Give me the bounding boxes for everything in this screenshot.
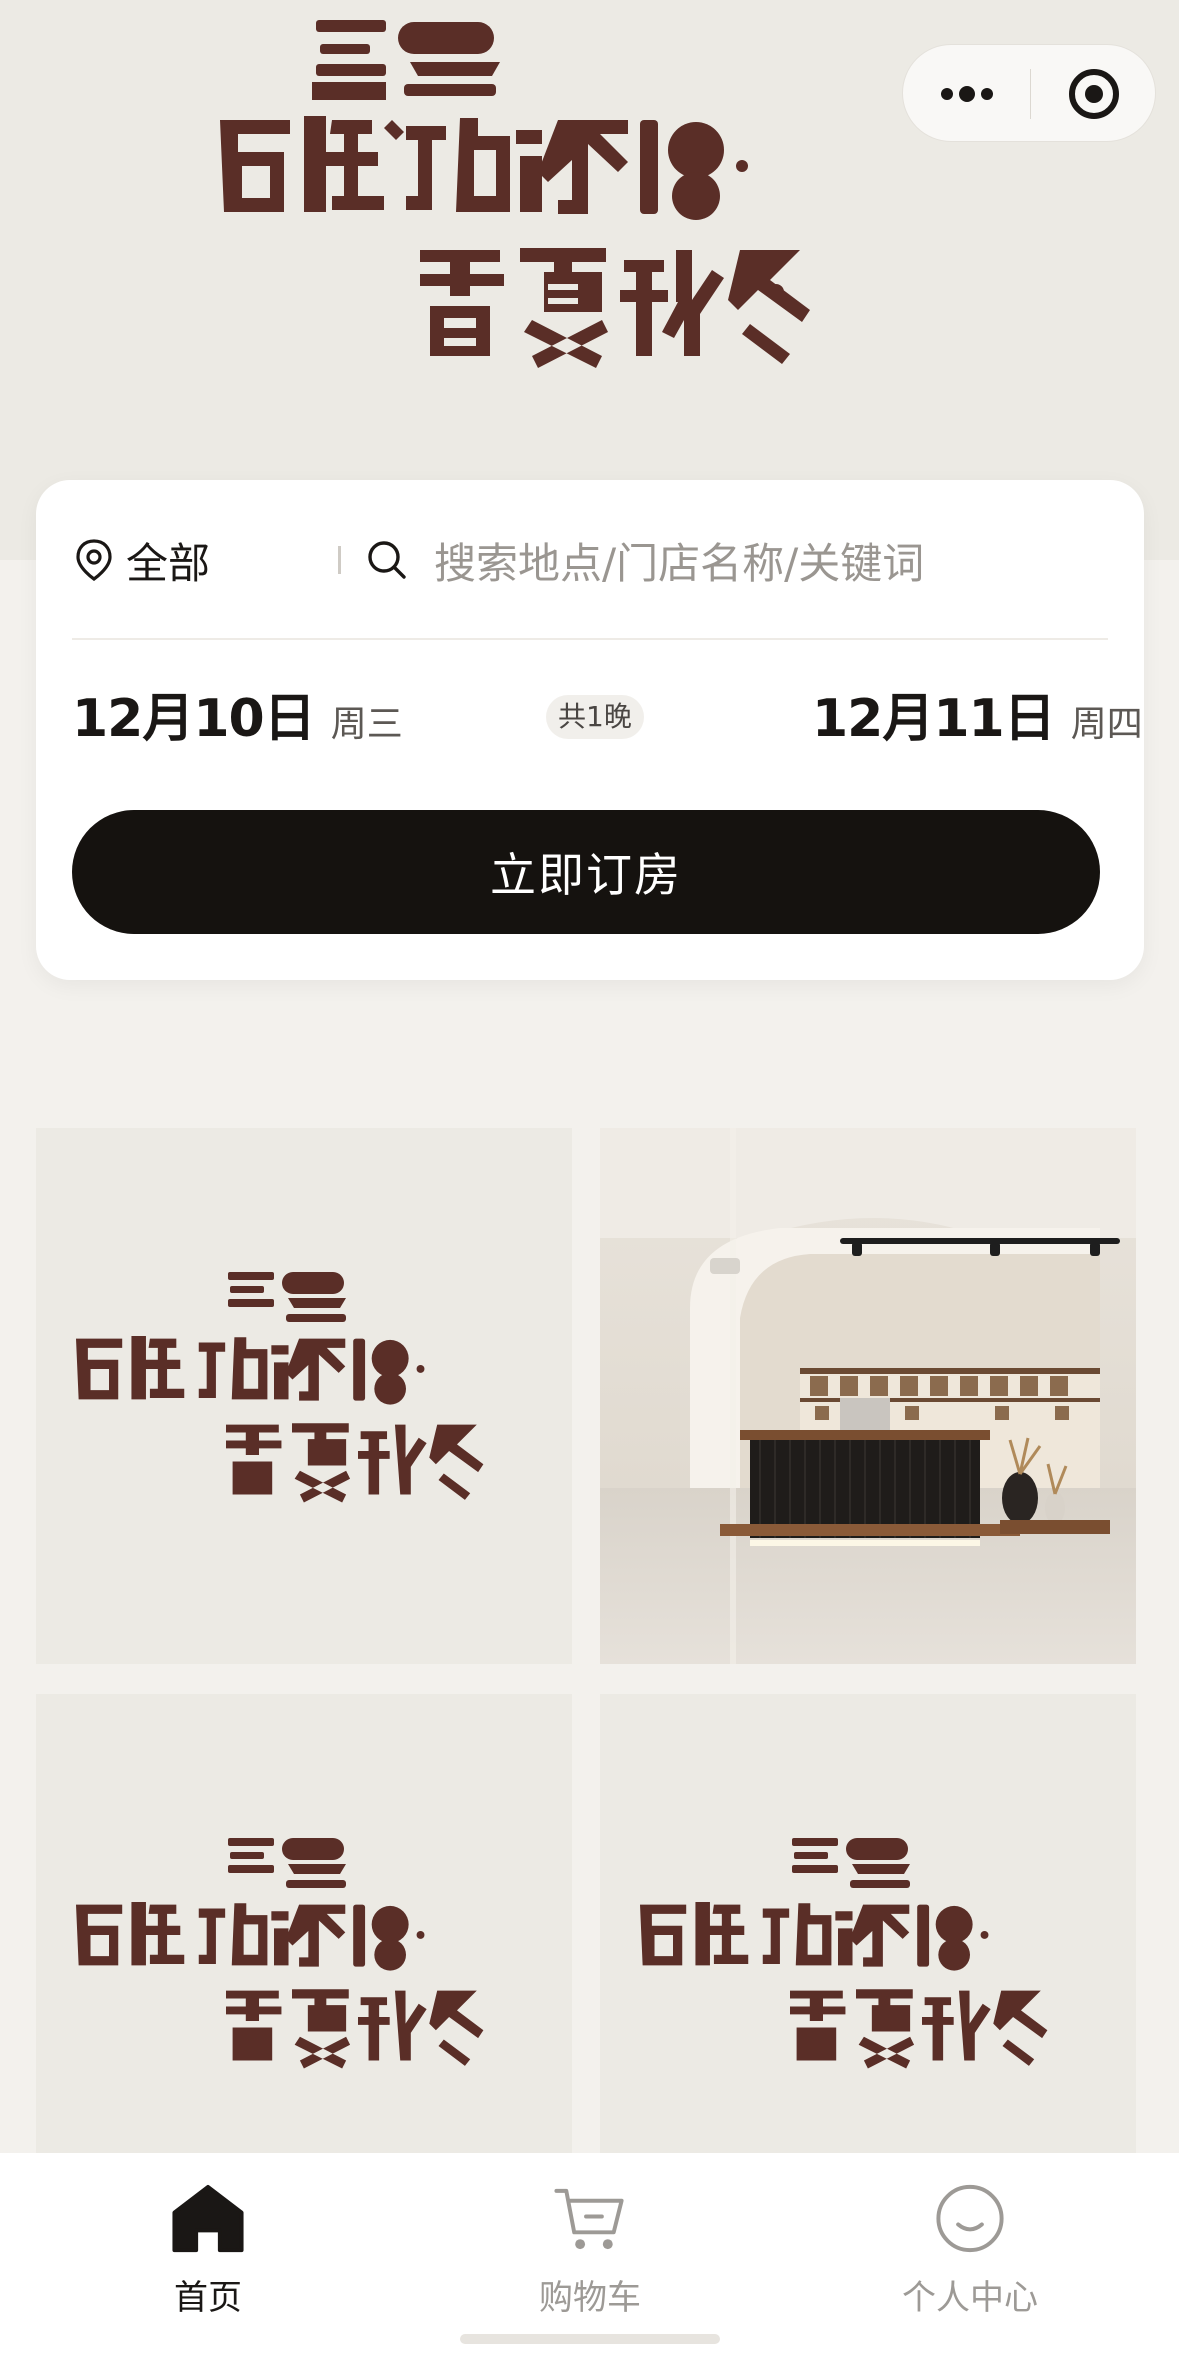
tab-label-profile: 个人中心 xyxy=(902,2278,1038,2318)
checkin-date-value: 12月10日 xyxy=(72,689,316,749)
more-dots-icon xyxy=(940,86,993,102)
checkin-date[interactable]: 12月10日 周三 xyxy=(72,676,403,750)
hero-banner xyxy=(0,0,1179,560)
tab-home[interactable]: 首页 xyxy=(78,2179,338,2319)
home-indicator xyxy=(460,2334,720,2344)
target-close-icon xyxy=(1068,69,1119,119)
search-input[interactable]: 搜索地点/门店名称/关键词 xyxy=(366,520,1086,600)
booking-card: 全部 搜索地点/门店名称/关键词 12月10日 周三 共1晚 12月11日 周四… xyxy=(36,480,1144,980)
gallery-tile-logo[interactable] xyxy=(600,1694,1136,2230)
brand-logo xyxy=(220,20,810,368)
more-button[interactable] xyxy=(903,45,1030,143)
checkin-weekday: 周三 xyxy=(330,704,403,745)
tab-profile[interactable]: 个人中心 xyxy=(840,2179,1100,2319)
location-pin-icon xyxy=(76,539,112,581)
close-button[interactable] xyxy=(1030,45,1157,143)
cart-icon xyxy=(554,2188,624,2250)
search-divider xyxy=(338,546,341,574)
tab-cart[interactable]: 购物车 xyxy=(460,2179,720,2319)
location-label: 全部 xyxy=(126,538,211,588)
brand-logo xyxy=(76,1838,484,2069)
miniprogram-capsule xyxy=(902,44,1156,142)
tab-label-home: 首页 xyxy=(174,2278,242,2318)
search-icon xyxy=(368,541,406,579)
bottom-tab-bar: 首页 购物车 个人中心 xyxy=(0,2153,1179,2362)
home-icon xyxy=(172,2184,244,2253)
gallery-tile-logo[interactable] xyxy=(36,1128,572,1664)
brand-logo xyxy=(640,1838,1048,2069)
smiley-icon xyxy=(936,2184,1004,2253)
brand-logo xyxy=(76,1272,484,1503)
search-placeholder: 搜索地点/门店名称/关键词 xyxy=(434,538,925,588)
checkout-weekday: 周四 xyxy=(1070,704,1143,745)
nights-badge: 共1晚 xyxy=(546,695,644,739)
tab-label-cart: 购物车 xyxy=(539,2278,641,2318)
gallery-tile-logo[interactable] xyxy=(36,1694,572,2230)
checkout-date[interactable]: 12月11日 周四 xyxy=(812,676,1143,750)
card-divider xyxy=(72,638,1108,640)
lobby-photo xyxy=(600,1128,1136,1664)
gallery-tile-photo[interactable] xyxy=(600,1128,1136,1664)
location-selector[interactable]: 全部 xyxy=(74,520,210,600)
checkout-date-value: 12月11日 xyxy=(812,689,1056,749)
book-now-button[interactable]: 立即订房 xyxy=(72,810,1100,934)
